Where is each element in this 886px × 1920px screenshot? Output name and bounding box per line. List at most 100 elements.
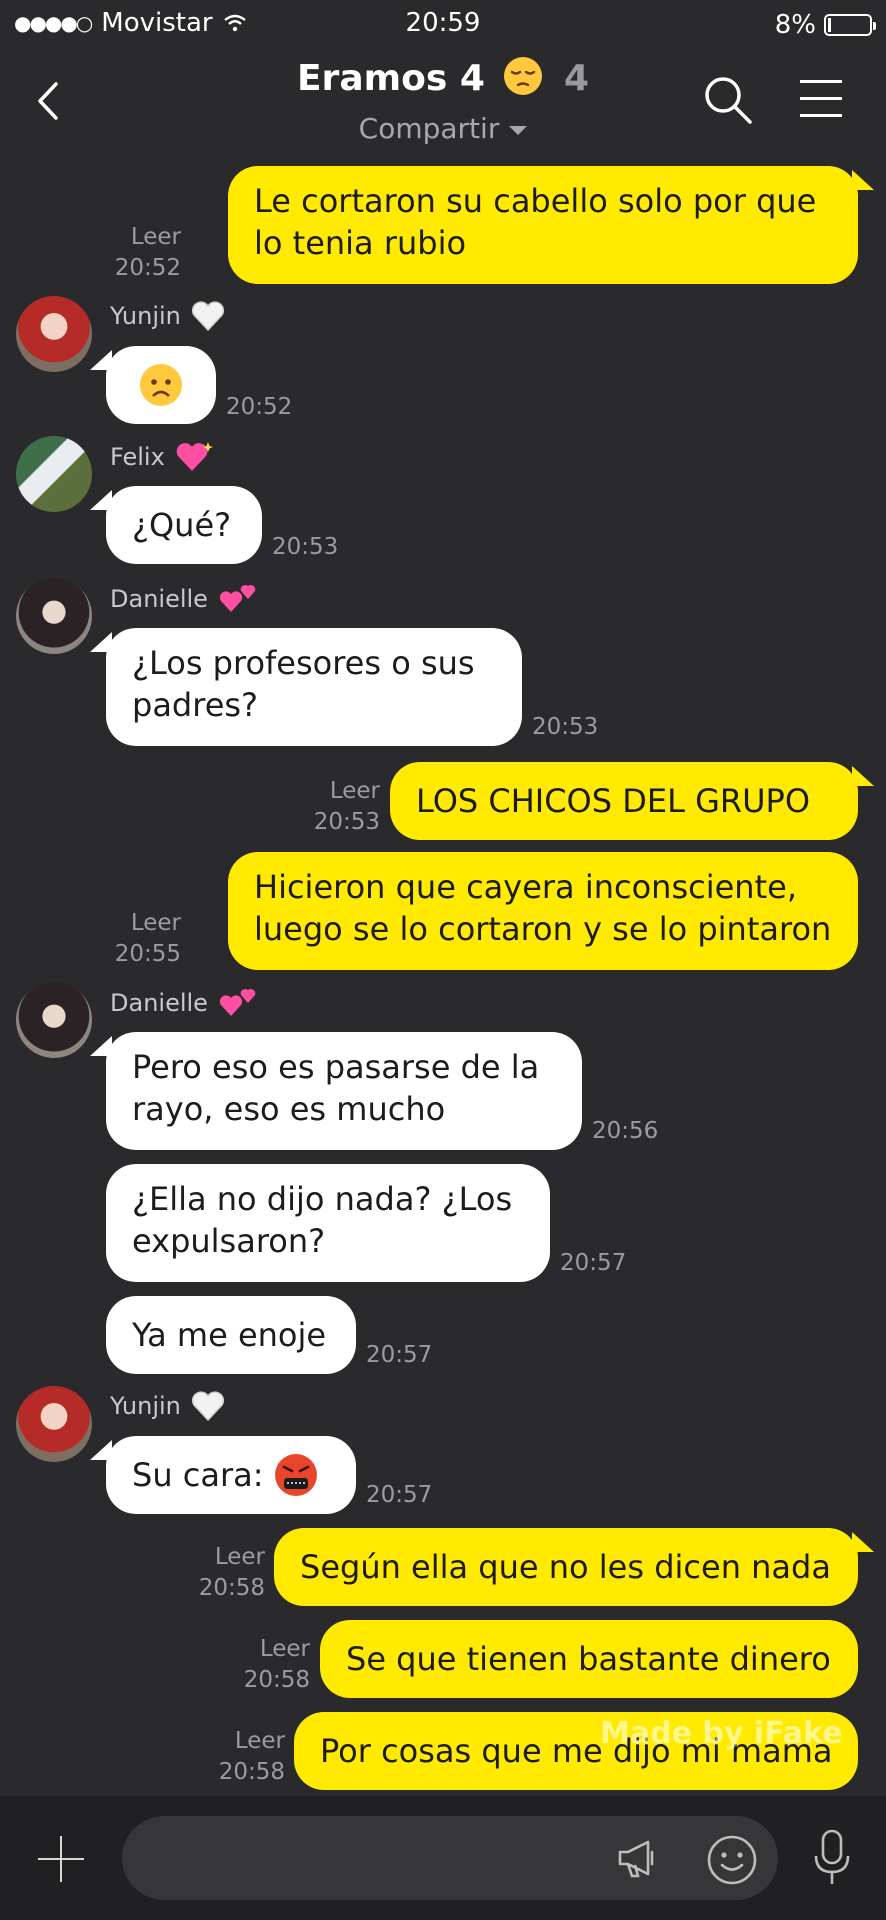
message-line: Hicieron que cayera inconsciente, (254, 868, 797, 906)
read-label: Leer (130, 224, 181, 250)
message-time: 20:55 (114, 941, 181, 967)
microphone-icon[interactable] (812, 1828, 852, 1888)
message-meta: Leer 20:58 (244, 1634, 310, 1696)
message-line: luego se lo cortaron y se lo pintaron (254, 910, 832, 948)
message-time: 20:52 (226, 394, 293, 420)
outgoing-message[interactable]: Hicieron que cayera inconsciente, luego … (228, 852, 858, 970)
sender-label: Yunjin (110, 1392, 181, 1420)
read-label: Leer (259, 1636, 310, 1662)
message-time: 20:52 (114, 255, 181, 281)
message-time: 20:57 (366, 1482, 433, 1508)
message-time: 20:57 (560, 1250, 627, 1276)
chat-title-text: Eramos 4 (296, 58, 485, 99)
outgoing-message[interactable]: LOS CHICOS DEL GRUPO (390, 762, 858, 840)
share-label: Compartir (358, 112, 500, 145)
message-meta: Leer 20:58 (219, 1726, 285, 1788)
message-line: expulsaron? (132, 1222, 326, 1260)
message-line: lo tenia rubio (254, 224, 467, 262)
sender-name: Felix (110, 440, 213, 474)
avatar-danielle[interactable] (16, 982, 92, 1058)
cursing-face-icon (274, 1454, 317, 1496)
message-time: 20:58 (218, 1759, 285, 1785)
sender-name: Danielle (110, 582, 258, 616)
message-meta: Leer 20:52 (115, 222, 181, 284)
search-icon[interactable] (702, 74, 754, 126)
status-time: 20:59 (405, 8, 481, 38)
sparkling-heart-icon (176, 442, 213, 471)
message-meta: Leer 20:53 (314, 776, 380, 838)
message-time: 20:58 (198, 1575, 265, 1601)
message-input[interactable] (122, 1816, 778, 1900)
sender-name: Danielle (110, 986, 258, 1020)
member-count: 4 (563, 58, 590, 99)
two-hearts-icon (219, 585, 256, 612)
incoming-message[interactable] (106, 346, 216, 424)
incoming-message[interactable]: Su cara: (106, 1436, 356, 1514)
message-line: Pero eso es pasarse de la (132, 1048, 540, 1086)
avatar-yunjin[interactable] (16, 1386, 92, 1462)
chat-header: Eramos 4 4 Compartir (0, 50, 886, 160)
bubble-tail (852, 1532, 874, 1552)
read-label: Leer (234, 1728, 285, 1754)
outgoing-message[interactable]: Según ella que no les dicen nada (274, 1528, 858, 1606)
message-meta: Leer 20:55 (115, 908, 181, 970)
incoming-message[interactable]: ¿Ella no dijo nada? ¿Los expulsaron? (106, 1164, 550, 1282)
white-heart-icon (191, 301, 224, 332)
incoming-message[interactable]: ¿Los profesores o sus padres? (106, 628, 522, 746)
bubble-tail (852, 766, 874, 786)
avatar-felix[interactable] (16, 436, 92, 512)
smiley-icon[interactable] (706, 1834, 758, 1886)
bubble-tail (90, 1036, 112, 1056)
message-time: 20:57 (366, 1342, 433, 1368)
bubble-tail (90, 632, 112, 652)
message-meta: Leer 20:58 (199, 1542, 265, 1604)
status-bar: ●●●●○ Movistar 20:59 8% (0, 0, 886, 50)
sender-label: Danielle (110, 989, 208, 1017)
message-time: 20:53 (532, 714, 599, 740)
message-text: ¿Qué? (132, 506, 232, 544)
caret-down-icon (509, 125, 528, 135)
message-line: rayo, eso es mucho (132, 1090, 446, 1128)
message-text: LOS CHICOS DEL GRUPO (416, 782, 811, 820)
white-heart-icon (191, 1391, 224, 1422)
message-text: Según ella que no les dicen nada (300, 1548, 831, 1586)
battery-fill (828, 18, 831, 32)
message-text: Su cara: (132, 1456, 264, 1494)
sender-label: Felix (110, 443, 165, 471)
read-label: Leer (214, 1544, 265, 1570)
avatar-danielle[interactable] (16, 578, 92, 654)
message-time: 20:53 (272, 534, 339, 560)
outgoing-message[interactable]: Se que tienen bastante dinero (320, 1620, 858, 1698)
input-bar (0, 1796, 886, 1920)
message-time: 20:53 (313, 809, 380, 835)
battery-percent: 8% (774, 10, 816, 40)
avatar-yunjin[interactable] (16, 296, 92, 372)
megaphone-icon[interactable] (614, 1834, 662, 1882)
incoming-message[interactable]: Pero eso es pasarse de la rayo, eso es m… (106, 1032, 582, 1150)
read-label: Leer (329, 778, 380, 804)
incoming-message[interactable]: Ya me enoje (106, 1296, 356, 1374)
message-text: Ya me enoje (132, 1316, 327, 1354)
menu-icon[interactable] (800, 76, 842, 120)
bubble-tail (90, 1440, 112, 1460)
message-time: 20:56 (592, 1118, 659, 1144)
message-text: Se que tienen bastante dinero (346, 1640, 831, 1678)
read-label: Leer (130, 910, 181, 936)
message-time: 20:58 (243, 1667, 310, 1693)
outgoing-message[interactable]: Le cortaron su cabello solo por que lo t… (228, 166, 858, 284)
worried-face-icon (140, 364, 182, 406)
bubble-tail (90, 350, 112, 370)
sender-name: Yunjin (110, 1390, 225, 1422)
incoming-message[interactable]: ¿Qué? (106, 486, 262, 564)
battery-icon (824, 14, 876, 36)
plus-icon[interactable] (38, 1836, 84, 1882)
sender-label: Danielle (110, 585, 208, 613)
watermark: Made by iFake (600, 1716, 843, 1751)
two-hearts-icon (219, 989, 256, 1016)
pensive-face-icon (504, 57, 543, 95)
bubble-tail (90, 490, 112, 510)
message-line: ¿Los profesores o sus (132, 644, 475, 682)
sender-name: Yunjin (110, 300, 225, 332)
bubble-tail (852, 170, 874, 190)
sender-label: Yunjin (110, 302, 181, 330)
